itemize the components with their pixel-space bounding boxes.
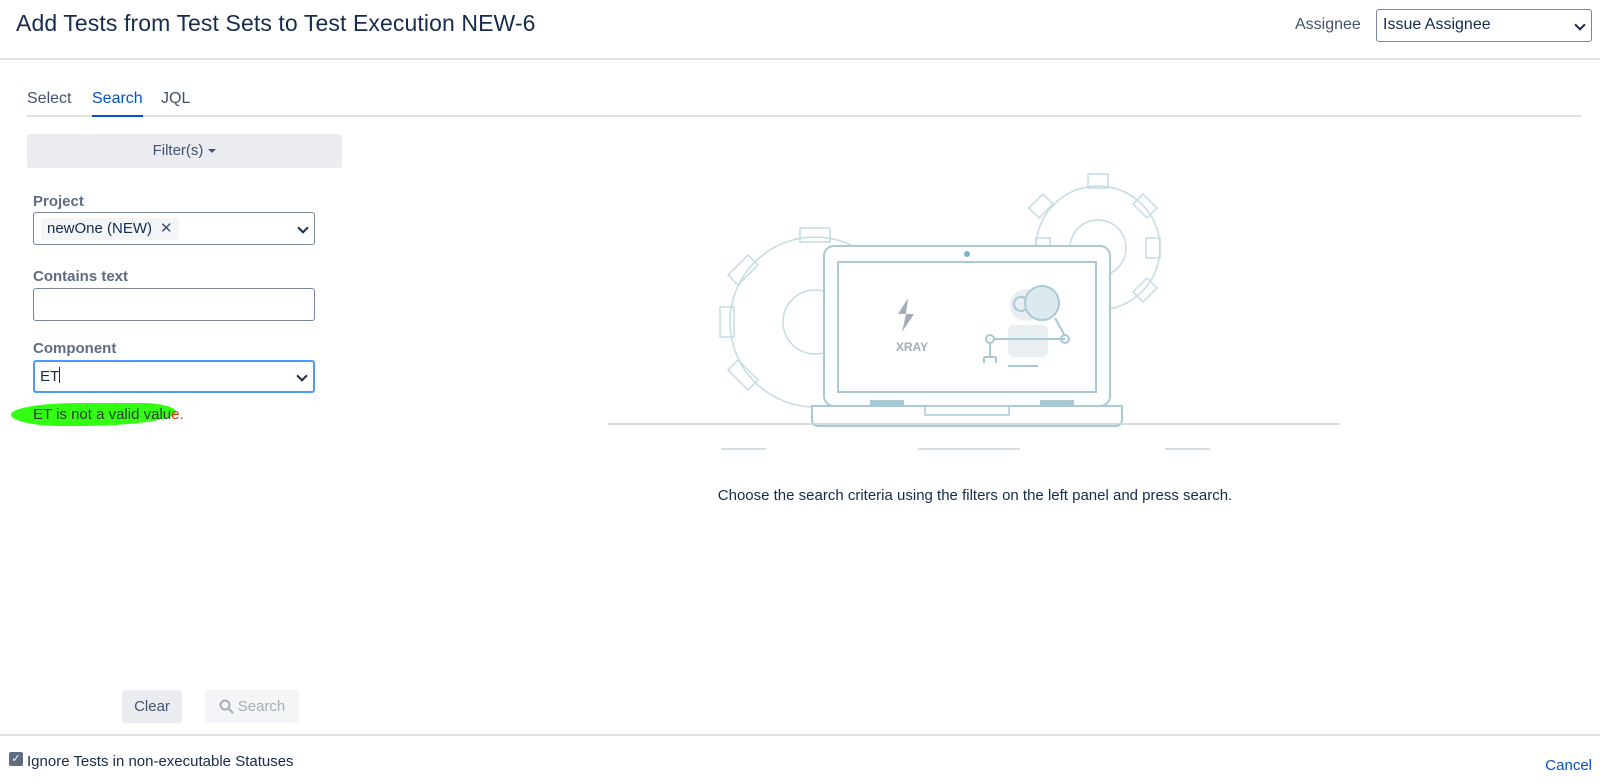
cancel-link[interactable]: Cancel <box>1545 757 1592 774</box>
chevron-down-icon <box>1574 19 1586 31</box>
empty-state-message: Choose the search criteria using the fil… <box>717 487 1233 504</box>
text-cursor <box>59 367 61 383</box>
tab-search[interactable]: Search <box>92 90 143 117</box>
error-message: ET is not a valid value. <box>33 406 184 423</box>
search-icon <box>219 699 234 714</box>
empty-state-illustration: XRAY <box>608 173 1340 450</box>
clear-button[interactable]: Clear <box>122 690 182 723</box>
project-lozenge: newOne (NEW) ✕ <box>41 218 179 240</box>
search-button[interactable]: Search <box>205 690 299 723</box>
assignee-value: Issue Assignee <box>1383 16 1491 33</box>
tab-select[interactable]: Select <box>27 90 71 115</box>
dialog-title: Add Tests from Test Sets to Test Executi… <box>16 10 536 36</box>
chevron-down-icon <box>297 222 309 234</box>
tab-bar: Select Search JQL <box>27 88 1581 117</box>
project-lozenge-label: newOne (NEW) <box>47 220 153 237</box>
component-label: Component <box>33 340 117 357</box>
ignore-checkbox-label: Ignore Tests in non-executable Statuses <box>27 753 294 770</box>
tab-jql[interactable]: JQL <box>161 90 190 115</box>
project-select[interactable]: newOne (NEW) ✕ <box>33 212 315 245</box>
component-error: ET is not a valid value. <box>11 403 201 427</box>
contains-text-input[interactable] <box>33 288 315 321</box>
svg-text:XRAY: XRAY <box>896 340 928 354</box>
remove-icon[interactable]: ✕ <box>160 220 173 237</box>
contains-text-label: Contains text <box>33 268 129 285</box>
component-input[interactable]: ET <box>33 360 315 393</box>
component-value: ET <box>40 367 61 385</box>
assignee-select[interactable]: Issue Assignee <box>1376 9 1592 42</box>
project-label: Project <box>33 193 84 210</box>
ignore-checkbox[interactable]: ✓ <box>9 752 23 766</box>
filters-toggle-label: Filter(s) <box>152 142 204 159</box>
search-button-label: Search <box>237 698 286 715</box>
chevron-down-icon <box>296 370 308 382</box>
dialog-footer: ✓ Ignore Tests in non-executable Statuse… <box>0 734 1600 783</box>
dialog-header: Add Tests from Test Sets to Test Executi… <box>0 0 1600 60</box>
laptop-icon <box>811 245 1123 427</box>
assignee-label: Assignee <box>1295 16 1361 33</box>
filters-toggle-button[interactable]: Filter(s) <box>27 134 342 168</box>
caret-down-icon <box>208 149 217 154</box>
